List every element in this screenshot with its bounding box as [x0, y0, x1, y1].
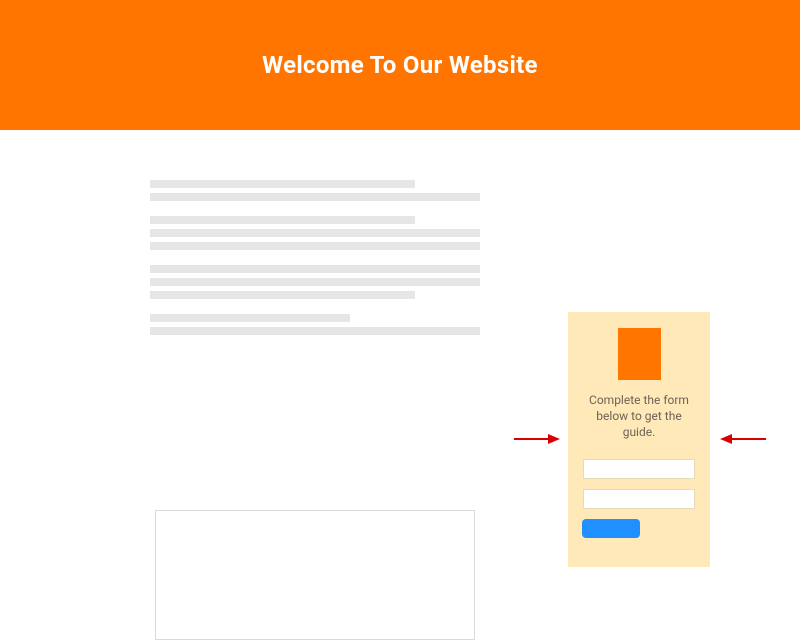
arrow-right-icon	[512, 433, 560, 445]
form-input-1[interactable]	[583, 459, 695, 479]
form-logo-icon	[618, 328, 661, 380]
text-line	[150, 193, 480, 201]
text-line	[150, 278, 480, 286]
text-line	[150, 216, 415, 224]
form-input-2[interactable]	[583, 489, 695, 509]
page-title: Welcome To Our Website	[262, 51, 538, 79]
text-line	[150, 180, 415, 188]
text-line	[150, 291, 415, 299]
text-line	[150, 314, 350, 322]
form-prompt: Complete the form below to get the guide…	[582, 392, 696, 441]
lead-form-card: Complete the form below to get the guide…	[568, 312, 710, 567]
text-line	[150, 229, 480, 237]
text-line	[150, 265, 480, 273]
arrow-left-icon	[720, 433, 768, 445]
text-line	[150, 242, 480, 250]
embed-placeholder	[155, 510, 475, 640]
article-placeholder	[150, 180, 480, 340]
text-line	[150, 327, 480, 335]
page-content: Complete the form below to get the guide…	[0, 130, 800, 180]
page-header: Welcome To Our Website	[0, 0, 800, 130]
form-submit-button[interactable]	[582, 519, 640, 538]
